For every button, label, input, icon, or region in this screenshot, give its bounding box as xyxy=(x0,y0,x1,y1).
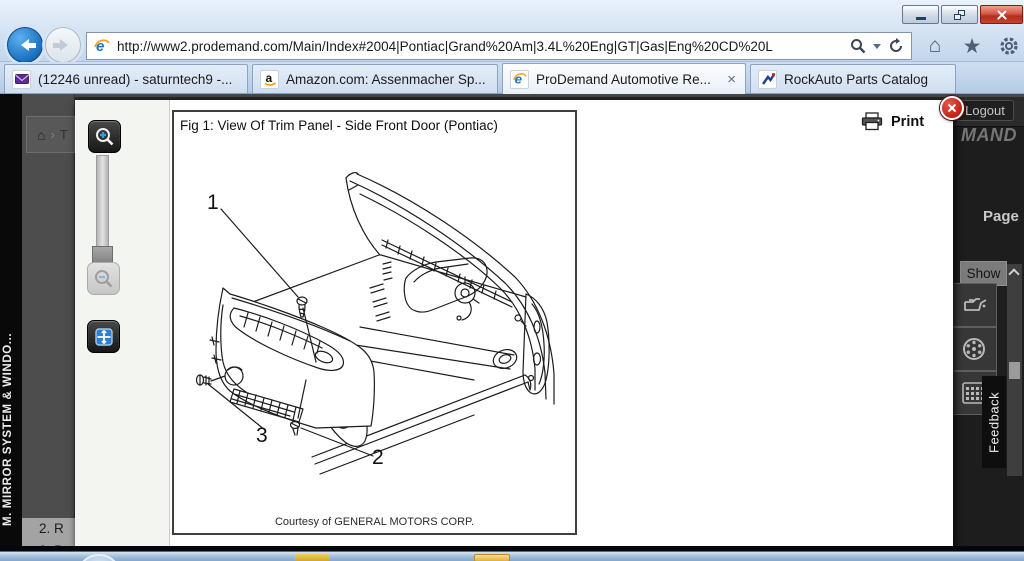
figure-callout-3: 3 xyxy=(256,424,268,447)
zoom-slider-thumb[interactable] xyxy=(92,246,113,263)
forward-arrow-icon xyxy=(52,39,74,51)
figure-callout-2: 2 xyxy=(372,446,384,469)
scrollbar-thumb[interactable] xyxy=(1009,362,1020,379)
close-icon xyxy=(996,9,1008,21)
settings-gear-icon[interactable] xyxy=(996,33,1022,59)
browser-chrome: e http://www2.prodemand.com/Main/Index#2… xyxy=(0,0,1024,63)
breadcrumb-separator: › xyxy=(50,127,55,142)
zoom-in-icon xyxy=(95,127,113,145)
windows-taskbar xyxy=(0,551,1024,561)
address-input[interactable]: http://www2.prodemand.com/Main/Index#200… xyxy=(117,39,843,54)
ie-icon: e xyxy=(93,37,111,55)
left-panel xyxy=(22,94,75,548)
list-item: 2. R xyxy=(39,521,64,536)
tab-rockauto[interactable]: RockAuto Parts Catalog xyxy=(750,64,956,93)
zoom-out-button-disabled[interactable] xyxy=(87,262,120,295)
home-icon[interactable]: ⌂ xyxy=(922,33,948,59)
back-arrow-icon xyxy=(15,39,36,51)
minimize-icon xyxy=(915,17,926,20)
tab-bar: (12246 unread) - saturntech9 -... a Amaz… xyxy=(0,62,1024,94)
mail-icon xyxy=(12,69,31,89)
scroll-up-icon[interactable] xyxy=(1008,268,1020,280)
tab-webmail[interactable]: (12246 unread) - saturntech9 -... xyxy=(4,64,248,93)
breadcrumb[interactable]: ⌂ › T xyxy=(26,116,75,153)
tab-amazon[interactable]: a Amazon.com: Assenmacher Sp... xyxy=(252,64,498,93)
zoom-in-button[interactable] xyxy=(88,120,121,153)
figure-callout-1: 1 xyxy=(207,191,219,214)
printer-icon xyxy=(861,112,883,131)
ie-icon: e xyxy=(510,69,529,89)
zoom-tool-rail xyxy=(75,100,170,546)
page-label: Page xyxy=(983,208,1019,225)
zoom-slider-track[interactable] xyxy=(96,155,109,249)
module-title-vertical: M. MIRROR SYSTEM & WINDO... xyxy=(3,332,14,526)
favorites-star-icon[interactable]: ★ xyxy=(959,33,985,59)
amazon-icon: a xyxy=(260,69,279,89)
tab-label: (12246 unread) - saturntech9 -... xyxy=(38,71,233,87)
tab-label: Amazon.com: Assenmacher Sp... xyxy=(286,71,486,87)
fit-to-window-icon xyxy=(94,327,113,346)
taskbar-icon[interactable] xyxy=(295,554,329,561)
quicklink-tires-button[interactable] xyxy=(951,327,997,371)
rockauto-icon xyxy=(758,69,777,89)
address-bar[interactable]: e http://www2.prodemand.com/Main/Index#2… xyxy=(86,32,912,60)
modal-close-button[interactable] xyxy=(940,96,964,120)
refresh-icon[interactable] xyxy=(887,37,905,55)
back-button[interactable] xyxy=(7,27,43,63)
prodemand-logo-fragment: MAND xyxy=(961,125,1017,145)
figure-viewer-modal: Fig 1: View Of Trim Panel - Side Front D… xyxy=(75,100,953,546)
restore-icon xyxy=(954,9,965,20)
figure-courtesy: Courtesy of GENERAL MOTORS CORP. xyxy=(274,516,475,528)
minimize-button[interactable] xyxy=(902,5,939,24)
zoom-out-icon xyxy=(94,269,112,287)
forward-button[interactable] xyxy=(45,27,81,63)
logout-button[interactable]: Logout xyxy=(956,100,1014,121)
close-window-button[interactable] xyxy=(980,5,1023,24)
door-trim-diagram: 1 2 3 xyxy=(195,172,555,475)
tab-label: ProDemand Automotive Re... xyxy=(536,71,711,87)
home-icon: ⌂ xyxy=(37,126,46,143)
svg-text:a: a xyxy=(265,71,272,85)
taskbar-folder-icon[interactable] xyxy=(474,554,510,561)
tab-prodemand[interactable]: e ProDemand Automotive Re... × xyxy=(502,63,746,94)
breadcrumb-label: T xyxy=(59,127,68,142)
tab-close-icon[interactable]: × xyxy=(725,72,738,87)
oil-can-icon xyxy=(964,298,987,311)
close-icon xyxy=(947,103,957,113)
quicklink-fluids-button[interactable] xyxy=(951,283,997,327)
print-button[interactable]: Print xyxy=(861,112,924,131)
start-orb[interactable] xyxy=(76,554,122,561)
wheel-icon xyxy=(963,338,985,360)
page-scrollbar[interactable] xyxy=(1007,264,1022,476)
address-dropdown-icon[interactable] xyxy=(873,43,881,53)
fit-to-window-button[interactable] xyxy=(87,320,120,353)
figure-box: Fig 1: View Of Trim Panel - Side Front D… xyxy=(172,110,577,535)
feedback-tab[interactable]: Feedback xyxy=(982,376,1006,468)
search-icon[interactable] xyxy=(849,37,867,55)
print-label: Print xyxy=(891,113,925,130)
tab-label: RockAuto Parts Catalog xyxy=(784,71,929,87)
restore-button[interactable] xyxy=(941,5,978,24)
